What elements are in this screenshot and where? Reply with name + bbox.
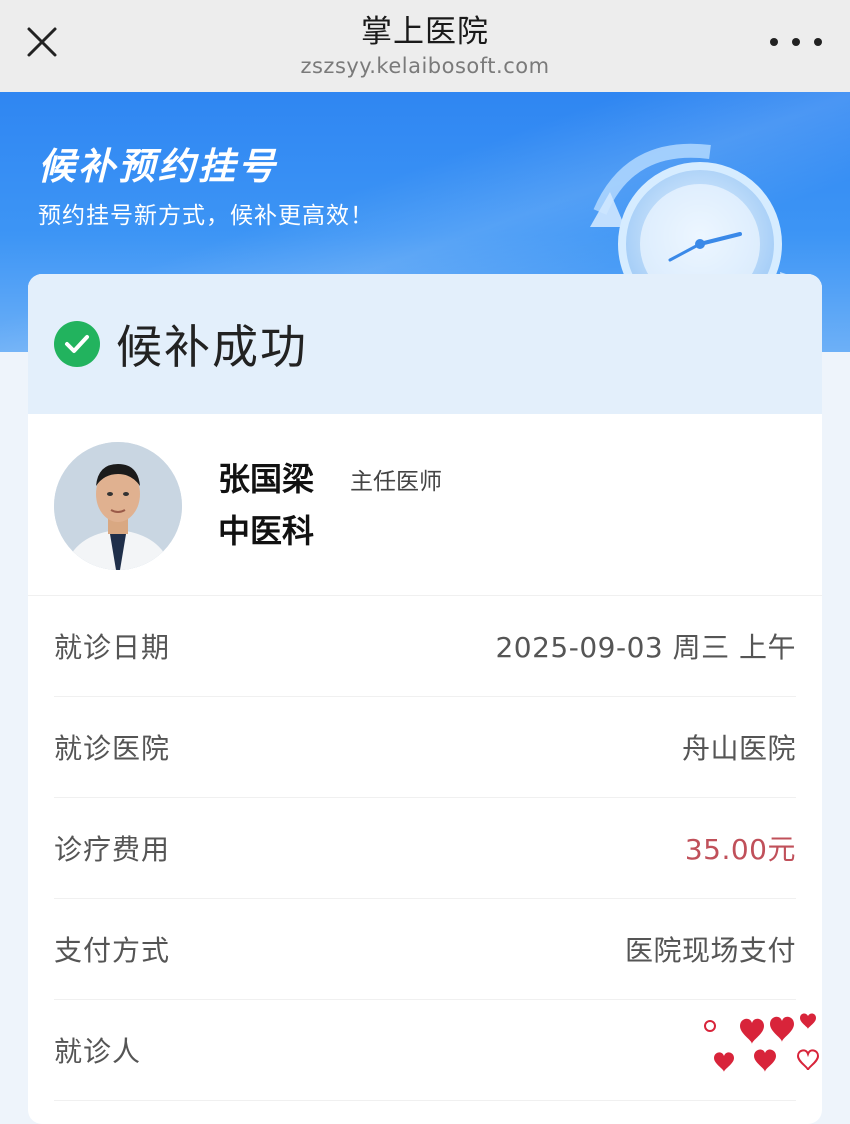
more-icon-dot [814, 38, 822, 46]
detail-value: 医院现场支付 [624, 934, 796, 967]
detail-label: 就诊人 [54, 1035, 142, 1068]
doctor-title: 主任医师 [350, 469, 442, 495]
more-button[interactable] [770, 28, 822, 56]
detail-row-date: 就诊日期 2025-09-03 周三 上午 [54, 596, 796, 697]
status-text: 候补成功 [116, 320, 308, 374]
detail-label: 就诊日期 [54, 631, 171, 664]
hearts-sticker-icon [704, 1013, 820, 1072]
banner-subtitle: 预约挂号新方式，候补更高效！ [38, 203, 374, 229]
detail-label: 支付方式 [54, 934, 171, 967]
page-title: 掌上医院 [361, 14, 489, 50]
doctor-avatar [54, 442, 182, 570]
page-url: zszsyy.kelaibosoft.com [300, 54, 550, 78]
doctor-department: 中医科 [218, 512, 315, 550]
status-header: 候补成功 [28, 274, 822, 414]
doctor-name: 张国梁 [218, 460, 315, 498]
detail-row-fee: 诊疗费用 35.00元 [54, 798, 796, 899]
doctor-info: 张国梁 主任医师 中医科 [28, 414, 822, 596]
more-icon-dot [792, 38, 800, 46]
detail-value-fee: 35.00元 [684, 833, 796, 866]
title-bar: 掌上医院 zszsyy.kelaibosoft.com [0, 0, 850, 92]
detail-row-payment: 支付方式 医院现场支付 [54, 899, 796, 1000]
detail-row-hospital: 就诊医院 舟山医院 [54, 697, 796, 798]
detail-label: 诊疗费用 [54, 833, 171, 866]
detail-value: 舟山医院 [681, 732, 796, 765]
detail-label: 就诊医院 [54, 732, 171, 765]
more-icon-dot [770, 38, 778, 46]
detail-value: 2025-09-03 周三 上午 [495, 631, 796, 664]
check-circle-icon [54, 321, 100, 367]
banner-title: 候补预约挂号 [38, 145, 278, 188]
